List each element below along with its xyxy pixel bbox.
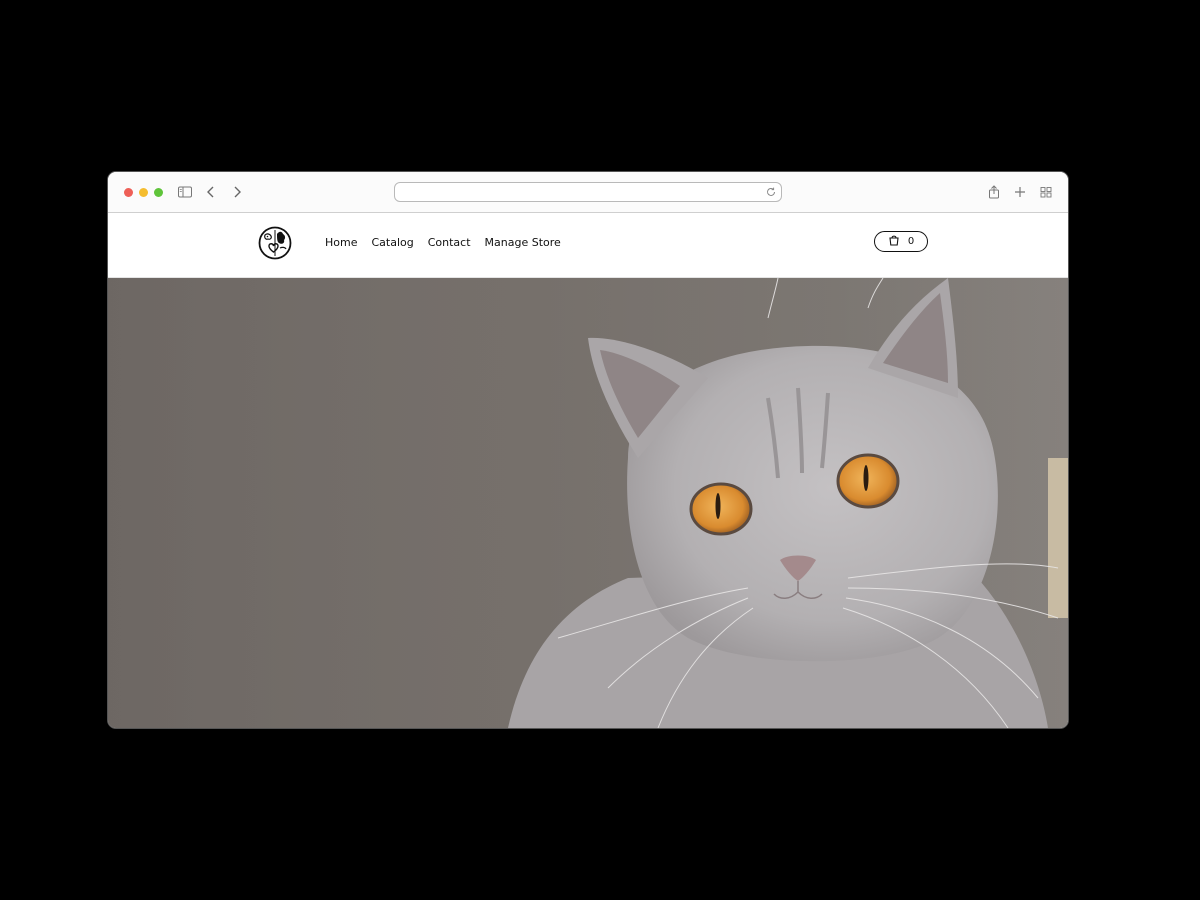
gray-cat-photo xyxy=(108,278,1068,728)
nav-contact[interactable]: Contact xyxy=(428,235,471,251)
nav-manage-store[interactable]: Manage Store xyxy=(485,235,561,251)
site-header: Home Catalog Contact Manage Store 0 xyxy=(108,213,1068,278)
hero-banner xyxy=(108,278,1068,728)
new-tab-icon[interactable] xyxy=(1012,184,1028,200)
cart-count: 0 xyxy=(907,236,915,247)
tab-overview-icon[interactable] xyxy=(1038,184,1054,200)
address-bar[interactable] xyxy=(394,182,782,202)
browser-window: Home Catalog Contact Manage Store 0 xyxy=(108,172,1068,728)
minimize-window-button[interactable] xyxy=(139,188,148,197)
cart-button[interactable]: 0 xyxy=(874,231,928,252)
nav-home[interactable]: Home xyxy=(325,235,357,251)
share-icon[interactable] xyxy=(986,184,1002,200)
pet-logo-icon[interactable] xyxy=(258,226,292,260)
nav-catalog[interactable]: Catalog xyxy=(371,235,413,251)
reload-icon[interactable] xyxy=(765,185,777,203)
close-window-button[interactable] xyxy=(124,188,133,197)
main-nav: Home Catalog Contact Manage Store xyxy=(325,235,561,251)
zoom-window-button[interactable] xyxy=(154,188,163,197)
back-icon[interactable] xyxy=(203,184,219,200)
shopping-bag-icon xyxy=(888,233,900,251)
forward-icon[interactable] xyxy=(229,184,245,200)
browser-toolbar xyxy=(108,172,1068,213)
sidebar-icon[interactable] xyxy=(177,184,193,200)
